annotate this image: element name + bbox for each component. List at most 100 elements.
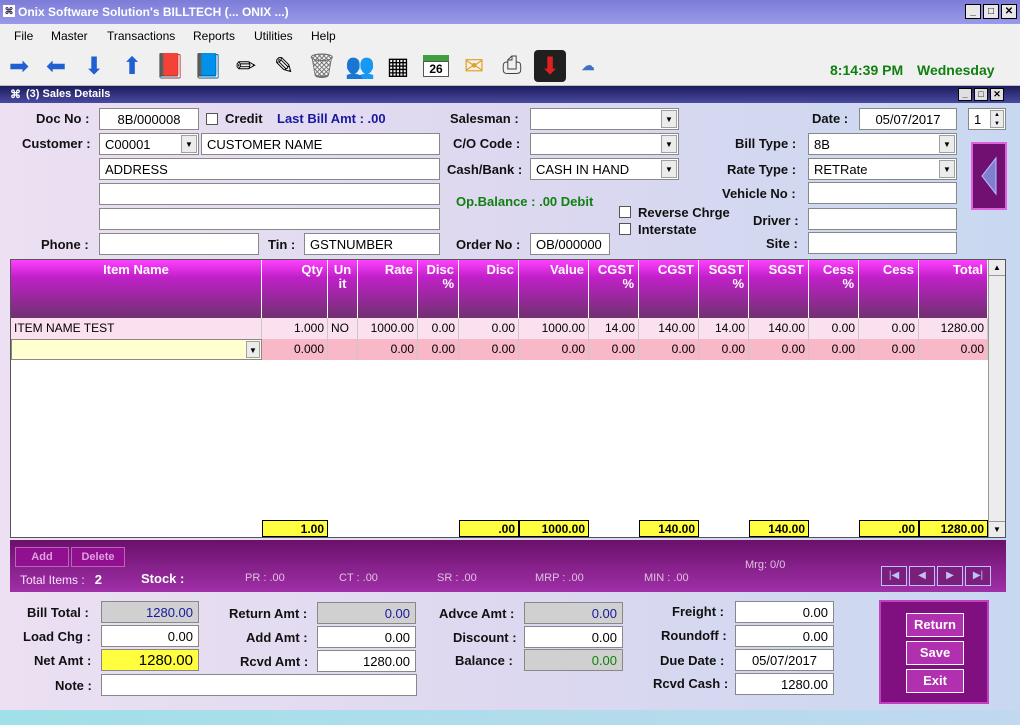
cell-cgst-pct[interactable]: 0.00 bbox=[589, 339, 639, 360]
cell-value[interactable]: 1000.00 bbox=[519, 318, 589, 339]
customer-name-field[interactable]: CUSTOMER NAME bbox=[201, 133, 440, 155]
cell-disc-pct[interactable]: 0.00 bbox=[418, 318, 459, 339]
cell-cgst[interactable]: 0.00 bbox=[639, 339, 699, 360]
trash-icon[interactable]: 🗑 bbox=[306, 50, 338, 82]
menu-master[interactable]: Master bbox=[51, 29, 88, 43]
interstate-checkbox[interactable] bbox=[619, 223, 631, 235]
mail-icon[interactable]: ✉ bbox=[458, 50, 490, 82]
cell-rate[interactable]: 0.00 bbox=[358, 339, 418, 360]
child-close-button[interactable]: ✕ bbox=[990, 88, 1004, 101]
blue-book-icon[interactable]: 📘 bbox=[192, 50, 224, 82]
col-header-total[interactable]: Total bbox=[919, 260, 988, 318]
cell-sgst[interactable]: 140.00 bbox=[749, 318, 809, 339]
rcvd-cash-field[interactable]: 1280.00 bbox=[735, 673, 834, 695]
minimize-button[interactable]: _ bbox=[965, 4, 981, 19]
col-header-disc-pct[interactable]: Disc % bbox=[418, 260, 459, 318]
roundoff-field[interactable]: 0.00 bbox=[735, 625, 834, 647]
doc-no-field[interactable]: 8B/000008 bbox=[99, 108, 199, 130]
col-header-cgst[interactable]: CGST bbox=[639, 260, 699, 318]
save-button[interactable]: Save bbox=[906, 641, 964, 665]
printer-icon[interactable]: ⎙ bbox=[496, 50, 528, 82]
child-minimize-button[interactable]: _ bbox=[958, 88, 972, 101]
col-header-value[interactable]: Value bbox=[519, 260, 589, 318]
menu-file[interactable]: File bbox=[14, 29, 33, 43]
side-panel-toggle-button[interactable] bbox=[971, 142, 1007, 210]
reverse-charge-checkbox[interactable] bbox=[619, 206, 631, 218]
return-button[interactable]: Return bbox=[906, 613, 964, 637]
arrow-up-icon[interactable]: ⬆ bbox=[116, 50, 148, 82]
grid-scrollbar[interactable]: ▲ ▼ bbox=[988, 260, 1005, 537]
cell-total[interactable]: 0.00 bbox=[919, 339, 988, 360]
cell-item-name-select[interactable]: ▼ bbox=[11, 339, 262, 360]
close-button[interactable]: ✕ bbox=[1001, 4, 1017, 19]
cell-sgst-pct[interactable]: 0.00 bbox=[699, 339, 749, 360]
tin-field[interactable]: GSTNUMBER bbox=[304, 233, 440, 255]
col-header-rate[interactable]: Rate bbox=[358, 260, 418, 318]
arrow-left-icon[interactable]: ⬅ bbox=[40, 50, 72, 82]
cell-disc[interactable]: 0.00 bbox=[459, 339, 519, 360]
salesman-select[interactable]: ▼ bbox=[530, 108, 679, 130]
cell-sgst[interactable]: 0.00 bbox=[749, 339, 809, 360]
table-row[interactable]: ITEM NAME TEST 1.000 NO 1000.00 0.00 0.0… bbox=[11, 318, 988, 339]
col-header-cess[interactable]: Cess bbox=[859, 260, 919, 318]
cell-unit[interactable] bbox=[328, 339, 358, 360]
phone-field[interactable] bbox=[99, 233, 259, 255]
driver-field[interactable] bbox=[808, 208, 957, 230]
col-header-cess-pct[interactable]: Cess % bbox=[809, 260, 859, 318]
cell-total[interactable]: 1280.00 bbox=[919, 318, 988, 339]
users-icon[interactable]: 👥 bbox=[344, 50, 376, 82]
order-no-field[interactable]: OB/000000 bbox=[530, 233, 610, 255]
cell-sgst-pct[interactable]: 14.00 bbox=[699, 318, 749, 339]
cell-qty[interactable]: 0.000 bbox=[262, 339, 328, 360]
due-date-field[interactable]: 05/07/2017 bbox=[735, 649, 834, 671]
rate-type-select[interactable]: RETRate ▼ bbox=[808, 158, 957, 180]
chevron-down-icon[interactable]: ▼ bbox=[661, 160, 677, 178]
cell-item-name[interactable]: ITEM NAME TEST bbox=[11, 318, 262, 339]
credit-checkbox[interactable] bbox=[206, 113, 218, 125]
last-record-icon[interactable]: ▶| bbox=[965, 566, 991, 586]
table-row[interactable]: ▼ 0.000 0.00 0.00 0.00 0.00 0.00 0.00 0.… bbox=[11, 339, 988, 360]
first-record-icon[interactable]: |◀ bbox=[881, 566, 907, 586]
cell-cess[interactable]: 0.00 bbox=[859, 318, 919, 339]
load-chg-field[interactable]: 0.00 bbox=[101, 625, 199, 647]
cash-bank-select[interactable]: CASH IN HAND ▼ bbox=[530, 158, 679, 180]
rcvd-amt-field[interactable]: 1280.00 bbox=[317, 650, 416, 672]
pencils-icon[interactable]: ✎ bbox=[268, 50, 300, 82]
col-header-unit[interactable]: Un it bbox=[328, 260, 358, 318]
cell-rate[interactable]: 1000.00 bbox=[358, 318, 418, 339]
vehicle-no-field[interactable] bbox=[808, 182, 957, 204]
add-amt-field[interactable]: 0.00 bbox=[317, 626, 416, 648]
cell-unit[interactable]: NO bbox=[328, 318, 358, 339]
pen-icon[interactable]: ✏ bbox=[230, 50, 262, 82]
cell-disc-pct[interactable]: 0.00 bbox=[418, 339, 459, 360]
exit-button[interactable]: Exit bbox=[906, 669, 964, 693]
page-stepper[interactable]: 1 ▲ ▼ bbox=[968, 108, 1006, 130]
address-field[interactable]: ADDRESS bbox=[99, 158, 440, 180]
cloud-me-icon[interactable]: ☁ bbox=[572, 50, 604, 82]
discount-field[interactable]: 0.00 bbox=[524, 626, 623, 648]
bill-type-select[interactable]: 8B ▼ bbox=[808, 133, 957, 155]
cell-cgst-pct[interactable]: 14.00 bbox=[589, 318, 639, 339]
delete-row-button[interactable]: Delete bbox=[71, 547, 125, 567]
date-field[interactable]: 05/07/2017 bbox=[859, 108, 957, 130]
note-field[interactable] bbox=[101, 674, 417, 696]
calendar-icon[interactable]: 26 bbox=[420, 50, 452, 82]
cell-qty[interactable]: 1.000 bbox=[262, 318, 328, 339]
child-maximize-button[interactable]: □ bbox=[974, 88, 988, 101]
customer-code-select[interactable]: C00001 ▼ bbox=[99, 133, 199, 155]
menu-reports[interactable]: Reports bbox=[193, 29, 235, 43]
col-header-sgst[interactable]: SGST bbox=[749, 260, 809, 318]
freight-field[interactable]: 0.00 bbox=[735, 601, 834, 623]
add-row-button[interactable]: Add bbox=[15, 547, 69, 567]
cell-cgst[interactable]: 140.00 bbox=[639, 318, 699, 339]
chevron-down-icon[interactable]: ▼ bbox=[939, 135, 955, 153]
scroll-up-icon[interactable]: ▲ bbox=[989, 260, 1005, 276]
menu-utilities[interactable]: Utilities bbox=[254, 29, 293, 43]
chevron-down-icon[interactable]: ▼ bbox=[939, 160, 955, 178]
stepper-arrows-icon[interactable]: ▲ ▼ bbox=[990, 110, 1004, 128]
arrow-down-icon[interactable]: ⬇ bbox=[78, 50, 110, 82]
maximize-button[interactable]: □ bbox=[983, 4, 999, 19]
co-code-select[interactable]: ▼ bbox=[530, 133, 679, 155]
download-icon[interactable]: ⬇ bbox=[534, 50, 566, 82]
address3-field[interactable] bbox=[99, 208, 440, 230]
